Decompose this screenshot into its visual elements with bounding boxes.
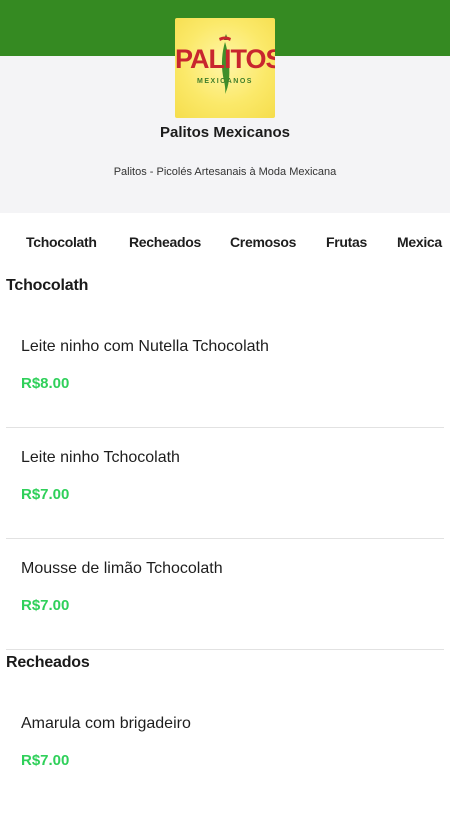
section-title-tchocolath: Tchocolath (6, 277, 89, 294)
store-logo: PALITOS MEXICANOS (175, 18, 275, 118)
item-name: Leite ninho com Nutella Tchocolath (21, 338, 269, 355)
item-price: R$7.00 (21, 597, 70, 614)
divider (6, 538, 444, 539)
logo-brand-text: PALITOS (175, 44, 275, 74)
tab-mexicanos[interactable]: Mexica (397, 234, 442, 250)
store-description: Palitos - Picolés Artesanais à Moda Mexi… (113, 166, 337, 178)
logo-sub-text: MEXICANOS (197, 78, 253, 85)
tab-frutas[interactable]: Frutas (326, 234, 367, 250)
item-price: R$7.00 (21, 752, 70, 769)
category-tabs[interactable]: Tchocolath Recheados Cremosos Frutas Mex… (0, 213, 450, 271)
tab-tchocolath[interactable]: Tchocolath (26, 234, 97, 250)
menu-item[interactable]: Leite ninho com Nutella Tchocolath R$8.0… (6, 338, 444, 449)
item-name: Mousse de limão Tchocolath (21, 560, 223, 577)
item-name: Amarula com brigadeiro (21, 715, 191, 732)
tab-cremosos[interactable]: Cremosos (230, 234, 296, 250)
tab-recheados[interactable]: Recheados (129, 234, 201, 250)
item-name: Leite ninho Tchocolath (21, 449, 180, 466)
item-price: R$7.00 (21, 486, 70, 503)
store-name: Palitos Mexicanos (159, 124, 291, 141)
menu-item[interactable]: Amarula com brigadeiro R$7.00 (6, 715, 444, 826)
divider (6, 649, 444, 650)
section-title-recheados: Recheados (6, 654, 90, 671)
item-price: R$8.00 (21, 375, 70, 392)
divider (6, 427, 444, 428)
menu-item[interactable]: Leite ninho Tchocolath R$7.00 (6, 449, 444, 560)
